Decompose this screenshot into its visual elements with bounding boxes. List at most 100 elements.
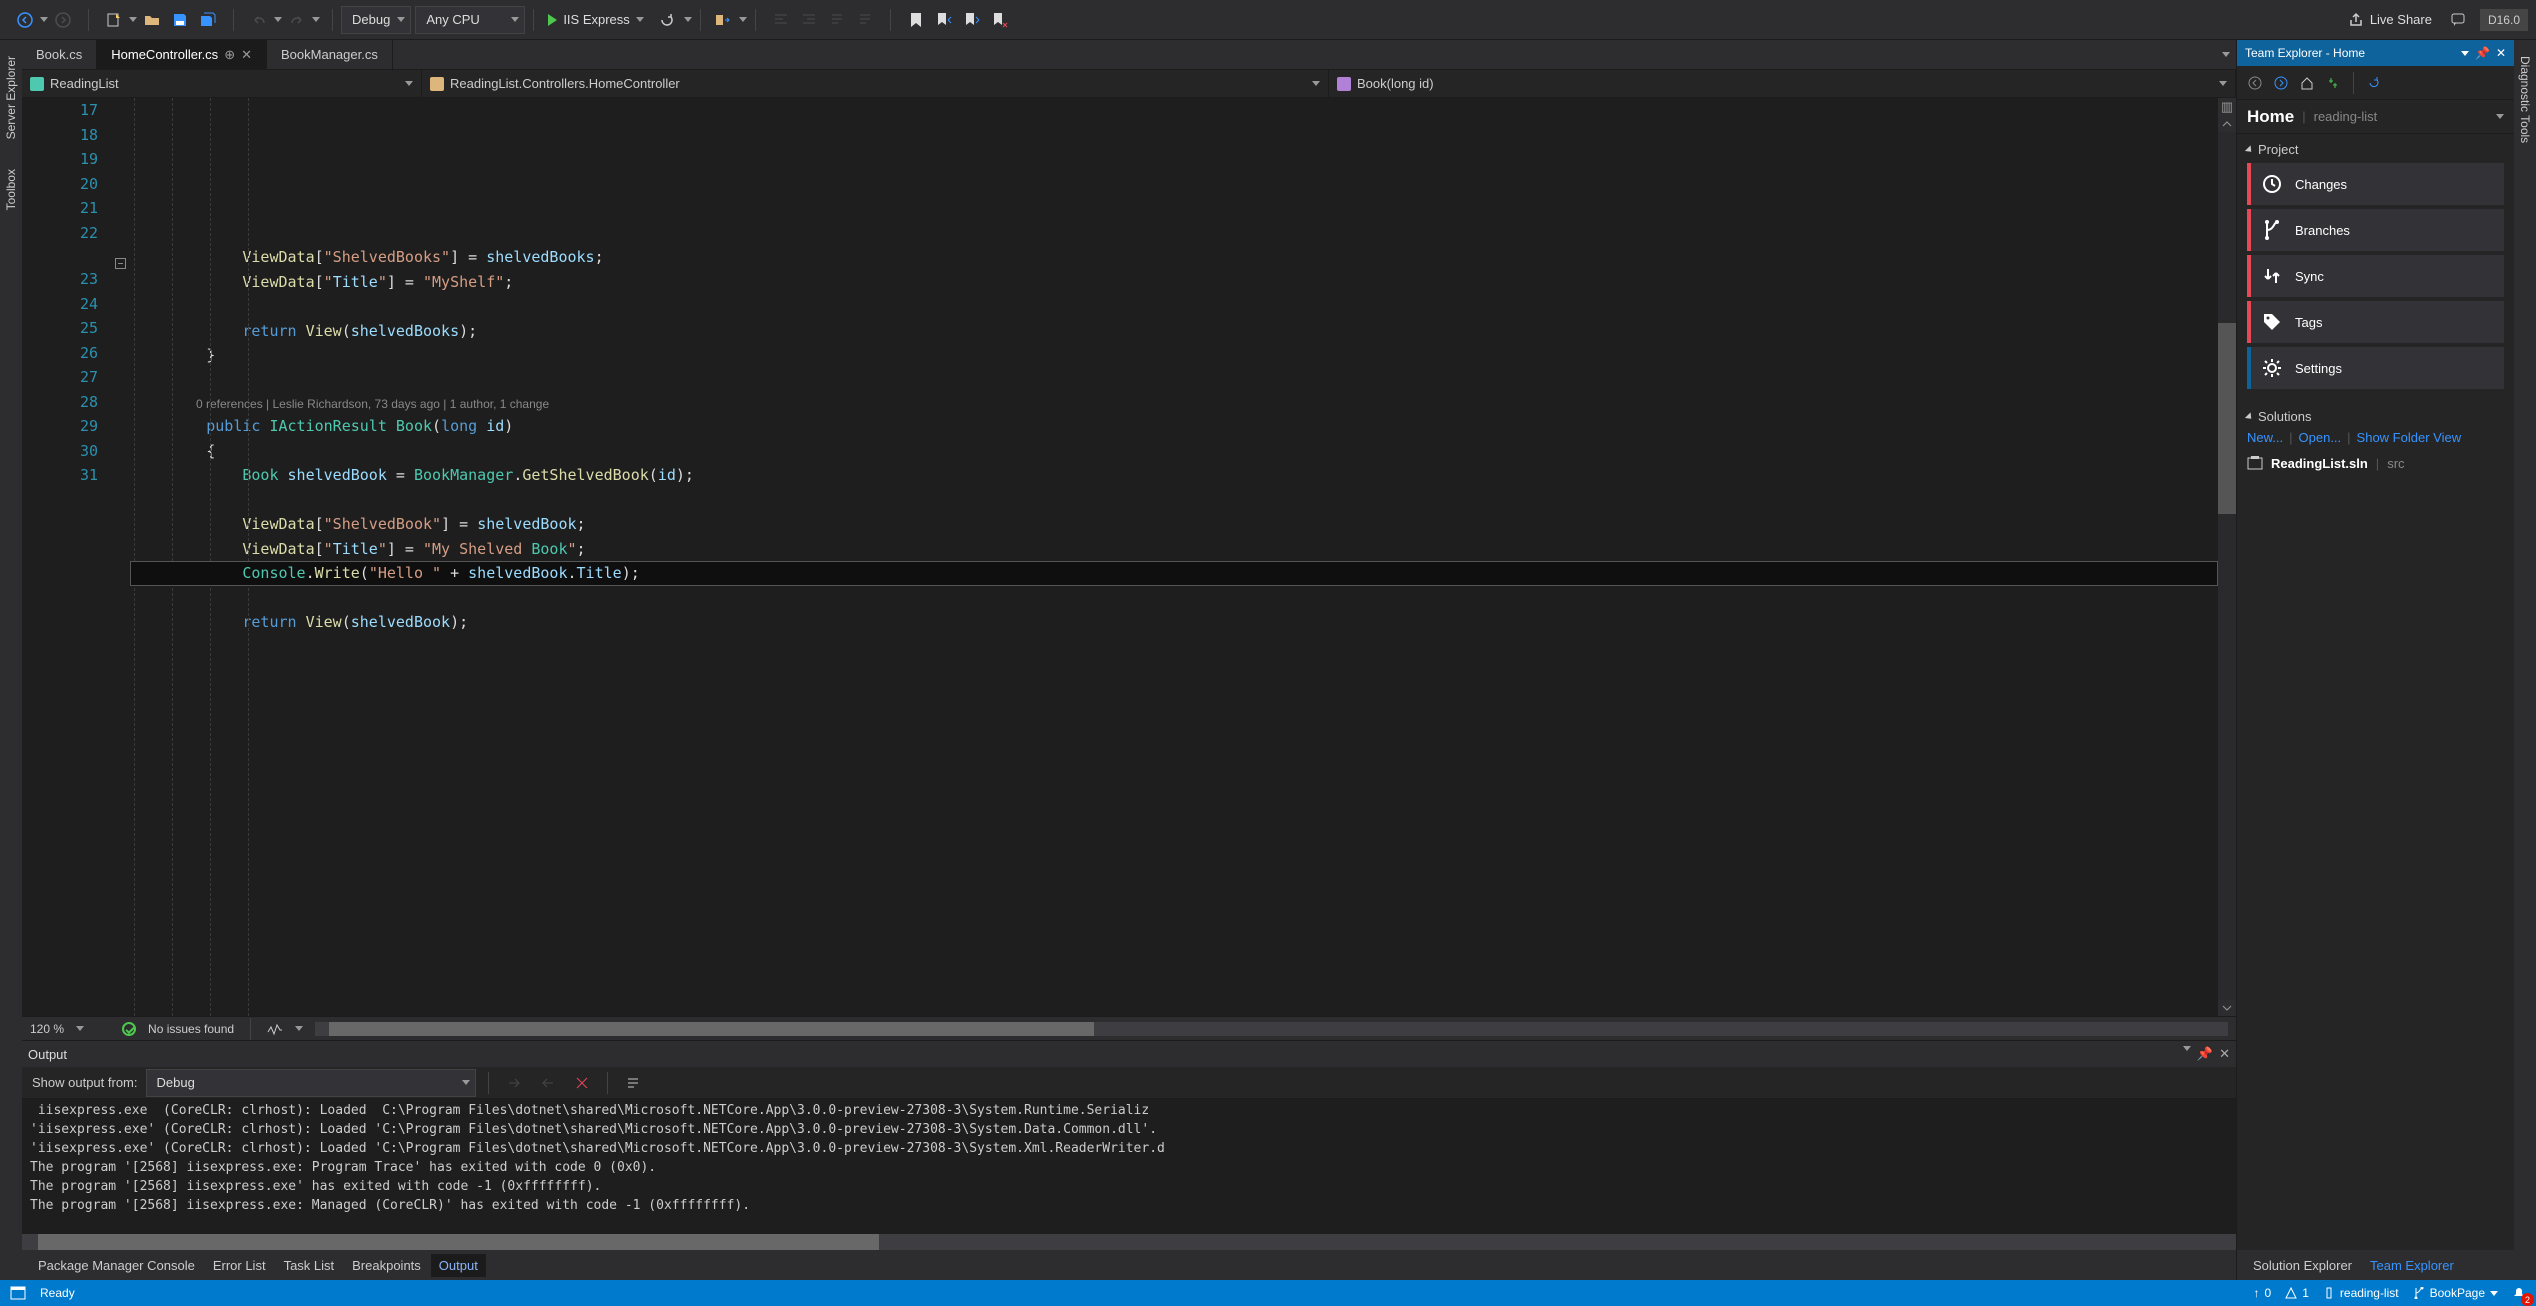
indent-less-icon — [768, 7, 794, 33]
unpushed-commits[interactable]: ↑ 0 — [2254, 1286, 2272, 1300]
tabs-overflow-menu[interactable] — [2222, 52, 2230, 57]
save-all-button[interactable] — [195, 7, 221, 33]
team-item-settings[interactable]: Settings — [2247, 347, 2504, 389]
team-item-changes[interactable]: Changes — [2247, 163, 2504, 205]
open-file-button[interactable] — [139, 7, 165, 33]
undo-menu[interactable] — [274, 17, 282, 22]
version-badge: D16.0 — [2480, 9, 2528, 31]
document-tabs: Book.cs HomeController.cs ⊕ ✕ BookManage… — [22, 40, 2236, 70]
doc-tab-homecontroller[interactable]: HomeController.cs ⊕ ✕ — [97, 40, 267, 69]
right-tab-solution-explorer[interactable]: Solution Explorer — [2245, 1254, 2360, 1277]
code-editor[interactable]: 171819202122232425262728293031 ViewData[… — [22, 98, 2236, 1016]
team-item-tags[interactable]: Tags — [2247, 301, 2504, 343]
status-repo[interactable]: reading-list — [2323, 1286, 2399, 1300]
new-item-button[interactable] — [101, 7, 127, 33]
bottom-tab-error-list[interactable]: Error List — [205, 1254, 274, 1277]
new-solution-link[interactable]: New... — [2247, 430, 2283, 445]
bookmark-prev-icon[interactable] — [931, 7, 957, 33]
doc-tab-book[interactable]: Book.cs — [22, 40, 97, 69]
status-text: Ready — [40, 1286, 75, 1300]
branch-icon — [2261, 219, 2283, 241]
panel-position-menu[interactable] — [2461, 51, 2469, 56]
close-icon[interactable]: ✕ — [2496, 46, 2506, 60]
editor-status-strip: 120 % No issues found — [22, 1016, 2236, 1040]
codelens-info[interactable]: 0 references | Leslie Richardson, 73 day… — [130, 392, 2218, 414]
notifications-button[interactable] — [2512, 1286, 2526, 1300]
nav-back-menu[interactable] — [40, 17, 48, 22]
live-share-button[interactable]: Live Share — [2342, 6, 2438, 34]
redo-menu[interactable] — [312, 17, 320, 22]
fold-toggle[interactable] — [115, 258, 126, 269]
status-branch[interactable]: BookPage — [2413, 1286, 2498, 1300]
scroll-up[interactable] — [2218, 116, 2236, 132]
connect-icon[interactable] — [2323, 73, 2343, 93]
pin-icon[interactable]: 📌 — [2197, 1046, 2213, 1062]
output-source-dropdown[interactable]: Debug — [146, 1069, 476, 1097]
output-text[interactable]: iisexpress.exe (CoreCLR: clrhost): Loade… — [22, 1099, 2236, 1234]
project-section-header[interactable]: Project — [2247, 142, 2504, 157]
bottom-tab-breakpoints[interactable]: Breakpoints — [344, 1254, 429, 1277]
open-solution-link[interactable]: Open... — [2299, 430, 2342, 445]
nav-back-icon[interactable] — [2245, 73, 2265, 93]
pending-changes[interactable]: 1 — [2285, 1286, 2309, 1300]
save-button[interactable] — [167, 7, 193, 33]
new-item-menu[interactable] — [129, 17, 137, 22]
pin-icon[interactable]: ⊕ — [224, 47, 235, 63]
refresh-icon[interactable] — [2364, 73, 2384, 93]
solutions-section-header[interactable]: Solutions — [2247, 409, 2504, 424]
zoom-menu[interactable] — [76, 1026, 84, 1031]
feedback-button[interactable] — [2446, 7, 2472, 33]
ok-icon — [122, 1022, 136, 1036]
team-explorer-panel: Team Explorer - Home 📌 ✕ Home | reading-… — [2236, 40, 2514, 1280]
uncomment-icon — [852, 7, 878, 33]
bottom-tab-package-manager-console[interactable]: Package Manager Console — [30, 1254, 203, 1277]
bookmark-toggle-icon[interactable] — [903, 7, 929, 33]
solution-platform-dropdown[interactable]: Any CPU — [415, 6, 525, 34]
browser-refresh-button[interactable] — [654, 7, 680, 33]
goto-prev-message-icon — [501, 1070, 527, 1096]
output-window-menu[interactable] — [2183, 1046, 2191, 1051]
undo-button[interactable] — [246, 7, 272, 33]
zoom-level[interactable]: 120 % — [30, 1022, 64, 1036]
right-tab-team-explorer[interactable]: Team Explorer — [2362, 1254, 2462, 1277]
issues-text: No issues found — [148, 1022, 234, 1036]
solution-row[interactable]: ReadingList.sln | src — [2247, 451, 2504, 475]
split-editor-icon[interactable]: ▥ — [2218, 98, 2236, 116]
show-folder-view-link[interactable]: Show Folder View — [2357, 430, 2462, 445]
diagnostic-tools-tab[interactable]: Diagnostic Tools — [2516, 50, 2534, 149]
project-dropdown[interactable]: ReadingList — [22, 70, 422, 97]
scrollbar-map[interactable] — [2218, 132, 2236, 1000]
nav-back-button[interactable] — [12, 7, 38, 33]
bottom-tab-task-list[interactable]: Task List — [276, 1254, 343, 1277]
word-wrap-icon[interactable] — [620, 1070, 646, 1096]
home-icon[interactable] — [2297, 73, 2317, 93]
scroll-down[interactable] — [2218, 1000, 2236, 1016]
nav-forward-icon[interactable] — [2271, 73, 2291, 93]
close-icon[interactable]: ✕ — [2219, 1046, 2230, 1062]
output-title: Output — [28, 1047, 67, 1062]
browser-menu[interactable] — [684, 17, 692, 22]
step-button[interactable] — [709, 7, 735, 33]
team-page-menu[interactable] — [2496, 114, 2504, 119]
bookmark-next-icon[interactable] — [959, 7, 985, 33]
member-dropdown[interactable]: Book(long id) — [1329, 70, 2236, 97]
redo-button[interactable] — [284, 7, 310, 33]
team-explorer-titlebar[interactable]: Team Explorer - Home 📌 ✕ — [2237, 40, 2514, 66]
toolbox-tab[interactable]: Toolbox — [2, 163, 20, 216]
class-dropdown[interactable]: ReadingList.Controllers.HomeController — [422, 70, 1329, 97]
close-icon[interactable]: ✕ — [241, 47, 252, 63]
output-hscrollbar[interactable] — [22, 1234, 2236, 1250]
editor-hscrollbar[interactable] — [315, 1022, 2228, 1036]
run-target-menu[interactable] — [636, 17, 644, 22]
run-button[interactable]: IIS Express — [542, 6, 649, 34]
pin-icon[interactable]: 📌 — [2475, 46, 2490, 60]
bottom-tab-output[interactable]: Output — [431, 1254, 486, 1277]
health-icon[interactable] — [267, 1022, 283, 1036]
bookmark-clear-icon[interactable] — [987, 7, 1013, 33]
team-item-sync[interactable]: Sync — [2247, 255, 2504, 297]
clear-all-icon[interactable] — [569, 1070, 595, 1096]
server-explorer-tab[interactable]: Server Explorer — [2, 50, 20, 145]
doc-tab-bookmanager[interactable]: BookManager.cs — [267, 40, 393, 69]
team-item-branches[interactable]: Branches — [2247, 209, 2504, 251]
solution-config-dropdown[interactable]: Debug — [341, 6, 411, 34]
